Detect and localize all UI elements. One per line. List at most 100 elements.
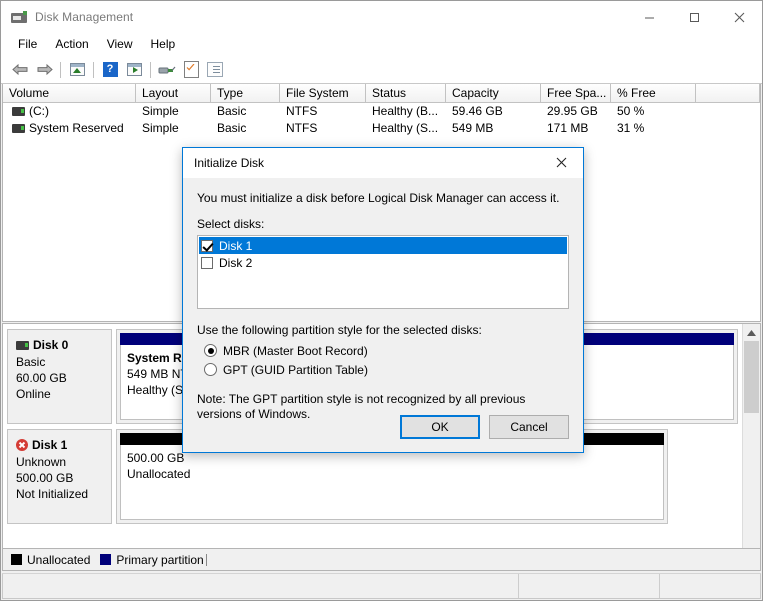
menu-help[interactable]: Help [142,34,185,55]
toolbar-separator [93,61,94,78]
volume-name: (C:) [29,104,49,118]
partition-details: 500.00 GB Unallocated [120,445,664,520]
cell-layout: Simple [142,104,179,118]
dialog-body: You must initialize a disk before Logica… [183,178,583,452]
legend-item-primary-partition: Primary partition [100,553,209,567]
cell-status: Healthy (S... [372,121,439,135]
legend-swatch-unallocated [11,554,22,565]
show-hide-action-pane-icon[interactable] [122,59,146,81]
dialog-title: Initialize Disk [194,156,265,170]
disk-0-type: Basic [16,355,46,369]
disk-info-disk-1[interactable]: Disk 1 Unknown 500.00 GB Not Initialized [7,429,112,524]
dialog-description: You must initialize a disk before Logica… [197,191,560,205]
show-hide-console-tree-icon[interactable] [65,59,89,81]
rescan-disks-icon[interactable] [155,59,179,81]
disk-1-title: Disk 1 [16,438,111,452]
column-header-percent-free[interactable]: % Free [611,84,696,102]
disk-select-list[interactable]: Disk 1 Disk 2 [197,235,569,309]
cell-layout: Simple [142,121,179,135]
cell-free-space: 29.95 GB [547,104,598,118]
disk-1-type: Unknown [16,455,67,469]
legend-label-primary: Primary partition [116,552,204,567]
cell-capacity: 549 MB [452,121,494,135]
toolbar: ? [1,56,762,84]
close-button[interactable] [717,1,762,33]
column-header-file-system[interactable]: File System [280,84,366,102]
scrollbar-thumb[interactable] [744,341,759,413]
column-header-layout[interactable]: Layout [136,84,211,102]
maximize-button[interactable] [672,1,717,33]
help-icon[interactable]: ? [98,59,122,81]
volume-icon [12,107,25,116]
volume-list-header: Volume Layout Type File System Status Ca… [3,84,760,103]
disk-management-window: Disk Management File Action View Help ? … [0,0,763,601]
status-cell-3 [660,574,760,598]
radio-button-gpt[interactable] [204,363,217,376]
menu-bar: File Action View Help [1,33,762,56]
disk-drive-icon [11,9,27,25]
column-header-capacity[interactable]: Capacity [446,84,541,102]
legend-item-unallocated: Unallocated [11,553,90,567]
column-header-free-space[interactable]: Free Spa... [541,84,611,102]
column-header-status[interactable]: Status [366,84,446,102]
properties-icon[interactable] [179,59,203,81]
cell-capacity: 59.46 GB [452,104,503,118]
select-disks-label: Select disks: [197,217,265,231]
radio-gpt[interactable]: GPT (GUID Partition Table) [204,360,569,379]
disk-1-size: 500.00 GB [16,471,74,485]
cell-percent-free: 31 % [617,121,645,135]
cell-percent-free: 50 % [617,104,645,118]
vertical-scrollbar[interactable] [742,324,760,548]
all-tasks-icon[interactable] [203,59,227,81]
disk-1-status: Not Initialized [16,487,89,501]
partition-status: Unallocated [127,467,191,481]
cancel-button[interactable]: Cancel [489,415,569,439]
window-controls [627,1,762,33]
checkbox-disk-1[interactable] [201,239,213,252]
status-message [3,574,519,598]
legend: Unallocated Primary partition [2,549,761,571]
ok-button[interactable]: OK [400,415,480,439]
list-item-disk-2[interactable]: Disk 2 [199,254,567,271]
back-icon[interactable] [8,59,32,81]
list-item-label: Disk 1 [219,238,253,253]
menu-file[interactable]: File [9,34,46,55]
menu-action[interactable]: Action [46,34,97,55]
toolbar-separator [150,61,151,78]
radio-label-gpt: GPT (GUID Partition Table) [223,362,368,377]
disk-1-name: Disk 1 [32,438,68,452]
help-glyph: ? [102,62,118,77]
dialog-title-bar: Initialize Disk [183,148,583,178]
list-item-disk-1[interactable]: Disk 1 [199,237,567,254]
cell-type: Basic [217,121,247,135]
legend-label-unallocated: Unallocated [27,552,91,567]
minimize-button[interactable] [627,1,672,33]
disk-drive-icon [16,340,29,350]
table-row[interactable]: (C:) Simple Basic NTFS Healthy (B... 59.… [3,103,760,120]
table-row[interactable]: System Reserved Simple Basic NTFS Health… [3,120,760,137]
dialog-close-button[interactable] [539,148,583,177]
cell-status: Healthy (B... [372,104,439,118]
legend-swatch-primary [100,554,112,565]
column-header-type[interactable]: Type [211,84,280,102]
title-bar: Disk Management [1,1,762,33]
scroll-up-arrow-icon[interactable] [743,324,760,341]
initialize-disk-dialog: Initialize Disk You must initialize a di… [182,147,584,453]
menu-view[interactable]: View [98,34,142,55]
column-header-volume[interactable]: Volume [3,84,136,102]
forward-icon[interactable] [32,59,56,81]
disk-error-icon [16,439,28,451]
radio-mbr[interactable]: MBR (Master Boot Record) [204,341,569,360]
column-header-blank[interactable] [696,84,760,102]
status-bar [2,573,761,599]
legend-divider [205,553,210,566]
disk-0-size: 60.00 GB [16,371,67,385]
cell-file-system: NTFS [286,121,318,135]
disk-info-disk-0[interactable]: Disk 0 Basic 60.00 GB Online [7,329,112,424]
list-item-label: Disk 2 [219,255,253,270]
volume-icon [12,124,25,133]
disk-0-name: Disk 0 [33,338,69,352]
radio-button-mbr[interactable] [204,344,217,357]
checkbox-disk-2[interactable] [201,256,213,269]
partition-style-label: Use the following partition style for th… [197,323,482,337]
